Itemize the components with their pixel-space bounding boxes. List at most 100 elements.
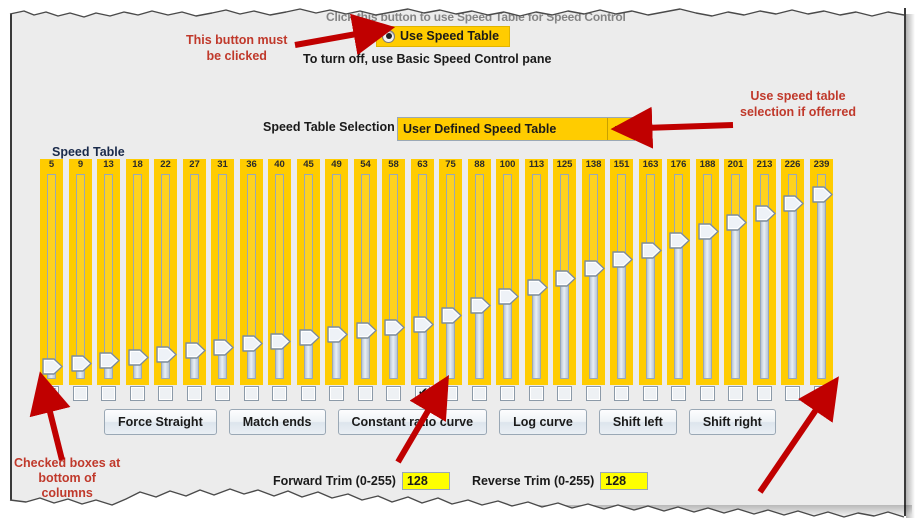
slider-thumb[interactable] [185,342,206,359]
speed-slider[interactable] [304,174,313,379]
column-checkbox[interactable] [272,386,287,401]
slider-thumb[interactable] [356,322,377,339]
column-checkbox[interactable] [671,386,686,401]
column-checkbox[interactable] [614,386,629,401]
button-shift-right[interactable]: Shift right [689,409,776,435]
speed-slider[interactable] [731,174,740,379]
slider-thumb[interactable] [755,205,776,222]
column-checkbox[interactable] [643,386,658,401]
slider-thumb[interactable] [527,279,548,296]
page-right-shadow [906,14,915,518]
speed-slider[interactable] [503,174,512,379]
slider-thumb[interactable] [783,195,804,212]
column-header-value: 36 [240,159,263,171]
slider-thumb[interactable] [213,339,234,356]
speed-slider[interactable] [389,174,398,379]
speed-slider[interactable] [76,174,85,379]
column-header-value: 100 [496,159,519,171]
column-checkbox[interactable] [728,386,743,401]
column-checkbox[interactable] [472,386,487,401]
slider-thumb[interactable] [42,358,63,375]
column-checkbox[interactable] [443,386,458,401]
slider-thumb[interactable] [242,335,263,352]
speed-table-column: 45 [297,159,320,385]
column-checkbox[interactable]: ✔ [44,386,59,401]
column-checkbox[interactable] [586,386,601,401]
column-checkbox[interactable] [757,386,772,401]
slider-thumb[interactable] [413,316,434,333]
speed-table-column: 31 [211,159,234,385]
slider-fill [476,305,483,378]
column-checkbox[interactable] [215,386,230,401]
column-header-value: 31 [211,159,234,171]
slider-thumb[interactable] [584,260,605,277]
column-checkbox[interactable] [557,386,572,401]
button-shift-left[interactable]: Shift left [599,409,677,435]
column-checkbox[interactable] [130,386,145,401]
slider-thumb[interactable] [498,288,519,305]
chevron-down-icon[interactable] [608,118,634,140]
column-header-value: 226 [781,159,804,171]
slider-thumb[interactable] [441,307,462,324]
forward-trim-input[interactable]: 128 [402,472,450,490]
speed-slider[interactable] [532,174,541,379]
slider-thumb[interactable] [99,352,120,369]
button-match-ends[interactable]: Match ends [229,409,326,435]
speed-slider[interactable] [646,174,655,379]
slider-thumb[interactable] [726,214,747,231]
slider-thumb[interactable] [470,297,491,314]
slider-fill [761,213,768,378]
slider-fill [675,240,682,378]
slider-thumb[interactable] [327,326,348,343]
clipped-header-caption: Click this button to use Speed Table for… [326,10,626,26]
button-force-straight[interactable]: Force Straight [104,409,217,435]
reverse-trim-input[interactable]: 128 [600,472,648,490]
speed-slider[interactable] [418,174,427,379]
column-checkbox[interactable] [301,386,316,401]
slider-thumb[interactable] [270,333,291,350]
slider-thumb[interactable] [128,349,149,366]
column-checkbox[interactable] [700,386,715,401]
slider-thumb[interactable] [641,242,662,259]
slider-thumb[interactable] [698,223,719,240]
slider-thumb[interactable] [384,319,405,336]
speed-slider[interactable] [617,174,626,379]
slider-fill [590,268,597,378]
speed-slider[interactable] [674,174,683,379]
button-log-curve[interactable]: Log curve [499,409,587,435]
slider-thumb[interactable] [669,232,690,249]
column-checkbox[interactable] [244,386,259,401]
speed-slider[interactable] [817,174,826,379]
slider-thumb[interactable] [156,346,177,363]
speed-slider[interactable] [47,174,56,379]
speed-table-selection-dropdown[interactable]: User Defined Speed Table [397,117,635,141]
column-checkbox[interactable] [529,386,544,401]
use-speed-table-radio[interactable]: Use Speed Table [376,26,510,47]
speed-slider[interactable] [104,174,113,379]
column-checkbox[interactable] [500,386,515,401]
column-checkbox[interactable] [73,386,88,401]
column-checkbox[interactable] [785,386,800,401]
slider-thumb[interactable] [555,270,576,287]
column-header-value: 22 [154,159,177,171]
column-checkbox[interactable] [101,386,116,401]
column-header-value: 138 [582,159,605,171]
speed-slider[interactable] [703,174,712,379]
button-constant-ratio-curve[interactable]: Constant ratio curve [338,409,488,435]
speed-slider[interactable] [475,174,484,379]
column-checkbox[interactable] [329,386,344,401]
slider-thumb[interactable] [812,186,833,203]
column-checkbox[interactable] [386,386,401,401]
column-checkbox[interactable] [158,386,173,401]
slider-thumb[interactable] [299,329,320,346]
column-checkbox[interactable] [358,386,373,401]
button-label: Force Straight [118,415,203,429]
speed-slider[interactable] [446,174,455,379]
speed-slider[interactable] [361,174,370,379]
column-checkbox[interactable] [187,386,202,401]
slider-thumb[interactable] [71,355,92,372]
column-checkbox[interactable]: ✔ [814,386,829,401]
speed-slider[interactable] [332,174,341,379]
column-checkbox[interactable]: ✔ [415,386,430,401]
slider-thumb[interactable] [612,251,633,268]
